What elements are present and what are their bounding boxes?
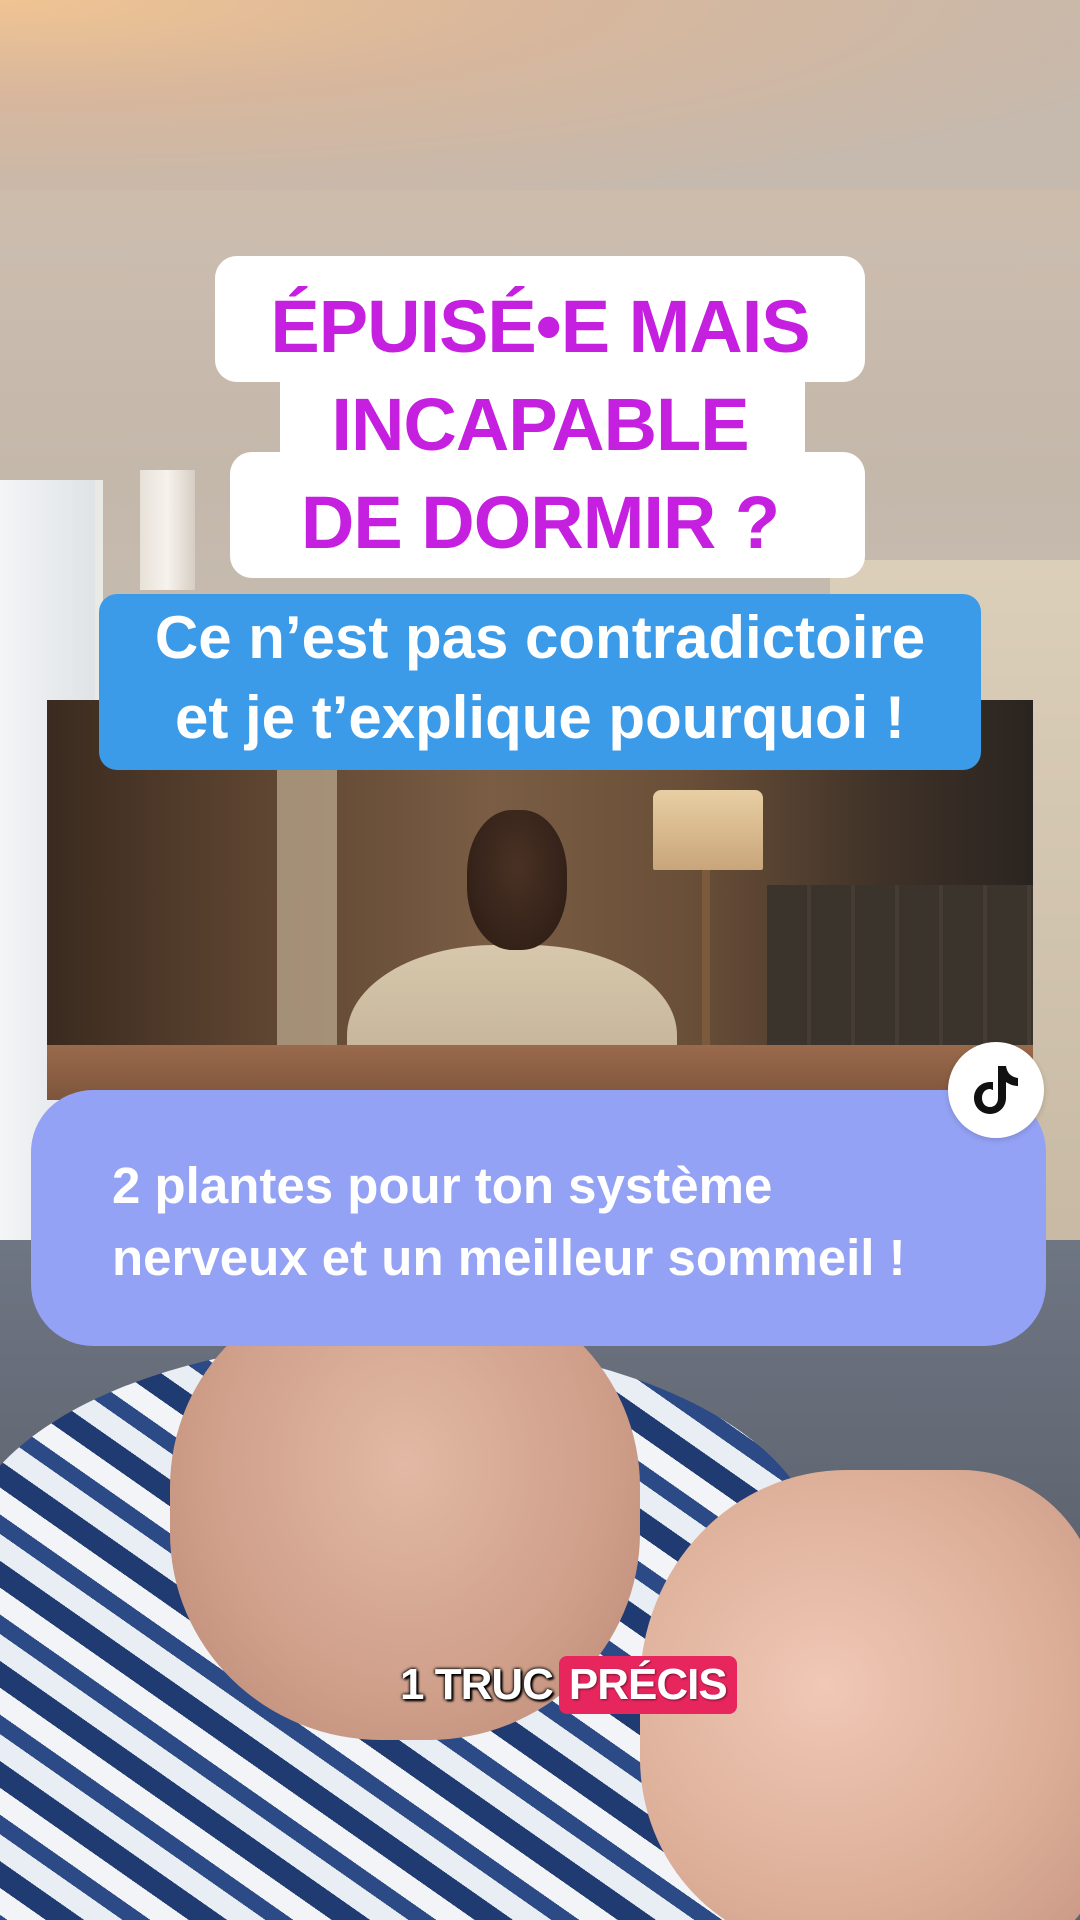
subtitle-line: et je t’explique pourquoi ! bbox=[174, 684, 906, 751]
title-line: ÉPUISÉ•E MAIS bbox=[270, 285, 810, 368]
floor-lamp bbox=[653, 790, 763, 870]
tiktok-badge[interactable] bbox=[948, 1042, 1044, 1138]
spoken-caption: 1 TRUC PRÉCIS bbox=[400, 1654, 737, 1716]
curtain bbox=[140, 470, 195, 590]
title-line: DE DORMIR ? bbox=[300, 481, 780, 564]
lamp-stand bbox=[702, 870, 710, 1070]
card-line: 2 plantes pour ton système bbox=[112, 1157, 773, 1214]
caption-highlight: PRÉCIS bbox=[558, 1656, 737, 1714]
title-line: INCAPABLE bbox=[331, 383, 749, 466]
ceiling bbox=[0, 0, 1080, 190]
man-head bbox=[467, 810, 567, 950]
info-card-text: 2 plantes pour ton système nerveux et un… bbox=[112, 1150, 1012, 1294]
caption-word: 1 TRUC bbox=[400, 1660, 554, 1709]
subtitle-line: Ce n’est pas contradictoire bbox=[154, 604, 926, 671]
tiktok-logo-icon bbox=[974, 1066, 1018, 1114]
card-line: nerveux et un meilleur sommeil ! bbox=[112, 1229, 906, 1286]
overlay-title: ÉPUISÉ•E MAIS INCAPABLE DE DORMIR ? bbox=[215, 256, 865, 572]
overlay-subtitle: Ce n’est pas contradictoire et je t’expl… bbox=[99, 598, 981, 758]
